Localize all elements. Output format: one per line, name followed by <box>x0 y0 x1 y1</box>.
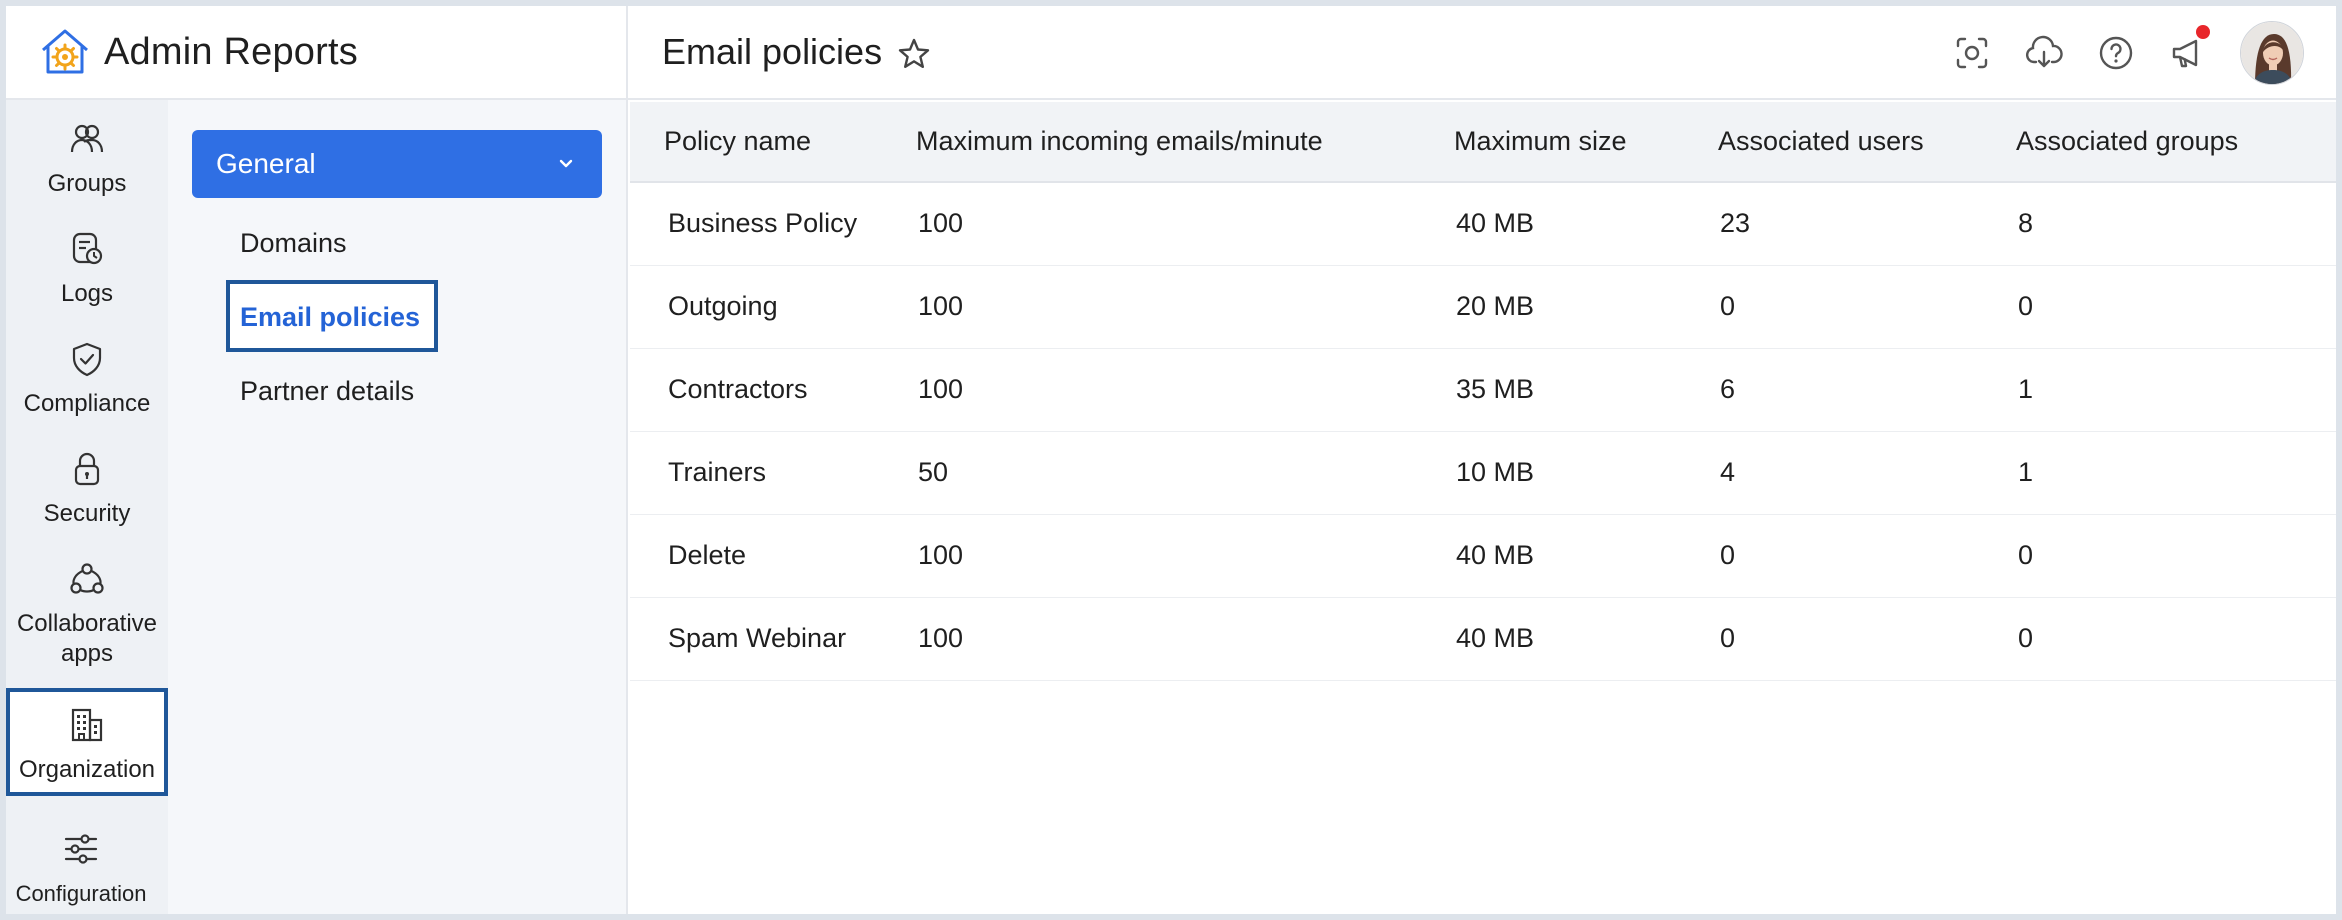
favorite-star-icon[interactable] <box>896 36 932 72</box>
cell-policy-name: Spam Webinar <box>668 623 847 653</box>
cell-max-incoming: 100 <box>918 623 964 653</box>
column-header-policy-name[interactable]: Policy name <box>630 102 916 182</box>
help-icon[interactable] <box>2096 33 2136 73</box>
cell-max-size: 10 MB <box>1456 457 1535 487</box>
page-title: Email policies <box>662 31 883 72</box>
rail-item-security[interactable]: Security <box>6 450 168 529</box>
cell-associated-users: 6 <box>1720 374 1736 404</box>
cell-max-size: 40 MB <box>1456 540 1535 570</box>
cell-max-incoming: 100 <box>918 291 964 321</box>
brand-bar: Admin Reports <box>6 6 628 100</box>
screenshot-icon[interactable] <box>1952 33 1992 73</box>
column-header-associated-users[interactable]: Associated users <box>1718 102 2016 182</box>
app-title: Admin Reports <box>104 30 358 73</box>
cell-associated-groups: 0 <box>2018 623 2034 653</box>
section-label: General <box>216 148 316 179</box>
cell-associated-groups: 0 <box>2018 540 2034 570</box>
subnav-item-email-policies[interactable]: Email policies <box>240 302 420 333</box>
cell-policy-name: Delete <box>668 540 747 570</box>
cell-max-incoming: 100 <box>918 540 964 570</box>
rail-item-collaborative-apps[interactable]: Collaborative apps <box>6 560 168 669</box>
cell-max-size: 35 MB <box>1456 374 1535 404</box>
email-policies-table-container: Policy name Maximum incoming emails/minu… <box>630 102 2336 914</box>
cell-associated-groups: 8 <box>2018 208 2034 239</box>
table-header-row: Policy name Maximum incoming emails/minu… <box>630 102 2336 182</box>
rail-item-configuration[interactable]: Configuration <box>6 830 162 909</box>
column-header-associated-groups[interactable]: Associated groups <box>2016 102 2336 182</box>
rail-item-label: Configuration <box>15 881 147 906</box>
collaborative-apps-icon <box>68 560 106 603</box>
table-row[interactable]: Business Policy 100 40 MB 23 8 <box>630 182 2336 265</box>
cell-associated-users: 0 <box>1720 623 1736 653</box>
rail-item-label: Groups <box>47 170 127 197</box>
general-section-dropdown[interactable]: General <box>192 130 602 198</box>
compliance-icon <box>68 340 106 383</box>
organization-icon <box>68 706 106 749</box>
cell-associated-users: 0 <box>1720 291 1736 321</box>
sliders-icon <box>62 830 100 873</box>
table-row[interactable]: Outgoing 100 20 MB 0 0 <box>630 265 2336 348</box>
rail-item-label: Security <box>43 500 131 527</box>
cell-max-incoming: 100 <box>918 374 964 404</box>
main-nav-rail: Groups Logs Compliance Security Collabor… <box>6 100 168 914</box>
rail-item-label: Organization <box>18 756 156 783</box>
table-row[interactable]: Delete 100 40 MB 0 0 <box>630 514 2336 597</box>
cell-associated-groups: 1 <box>2018 374 2034 404</box>
cell-associated-users: 4 <box>1720 457 1736 487</box>
cell-max-size: 20 MB <box>1456 291 1535 321</box>
announcement-icon[interactable] <box>2168 25 2210 73</box>
logs-icon <box>68 230 106 273</box>
cell-associated-users: 0 <box>1720 540 1736 570</box>
rail-item-compliance[interactable]: Compliance <box>6 340 168 419</box>
sub-navigation: General Domains Email policies Partner d… <box>168 100 628 914</box>
user-avatar[interactable] <box>2240 21 2304 85</box>
column-header-max-incoming[interactable]: Maximum incoming emails/minute <box>916 102 1454 182</box>
subnav-item-domains[interactable]: Domains <box>240 228 347 259</box>
table-row[interactable]: Contractors 100 35 MB 6 1 <box>630 348 2336 431</box>
subnav-item-partner-details[interactable]: Partner details <box>240 376 414 407</box>
cloud-download-icon[interactable] <box>2024 33 2064 73</box>
rail-item-groups[interactable]: Groups <box>6 120 168 199</box>
rail-item-label: Logs <box>60 280 114 307</box>
email-policies-table: Policy name Maximum incoming emails/minu… <box>630 102 2336 681</box>
cell-max-incoming: 50 <box>918 457 949 487</box>
cell-policy-name: Contractors <box>668 374 808 404</box>
cell-associated-users: 23 <box>1720 208 1751 239</box>
groups-icon <box>68 120 106 163</box>
table-row[interactable]: Trainers 50 10 MB 4 1 <box>630 431 2336 514</box>
cell-associated-groups: 0 <box>2018 291 2034 321</box>
column-header-max-size[interactable]: Maximum size <box>1454 102 1718 182</box>
admin-reports-logo-icon <box>38 25 92 79</box>
rail-item-label: Compliance <box>23 390 151 417</box>
cell-max-size: 40 MB <box>1456 208 1535 239</box>
app-window: Admin Reports Email policies Groups Logs… <box>6 6 2336 914</box>
rail-item-label: Collaborative apps <box>16 610 158 667</box>
cell-policy-name: Business Policy <box>668 208 858 239</box>
rail-item-logs[interactable]: Logs <box>6 230 168 309</box>
page-header: Email policies <box>628 6 2336 100</box>
cell-policy-name: Outgoing <box>668 291 778 321</box>
cell-policy-name: Trainers <box>668 457 767 487</box>
cell-max-incoming: 100 <box>918 208 964 239</box>
cell-associated-groups: 1 <box>2018 457 2034 487</box>
lock-icon <box>68 450 106 493</box>
notification-badge <box>2196 25 2210 39</box>
table-row[interactable]: Spam Webinar 100 40 MB 0 0 <box>630 597 2336 680</box>
rail-item-organization[interactable]: Organization <box>6 688 168 796</box>
chevron-down-icon <box>559 159 573 168</box>
header-actions <box>1952 6 2336 100</box>
cell-max-size: 40 MB <box>1456 623 1535 653</box>
